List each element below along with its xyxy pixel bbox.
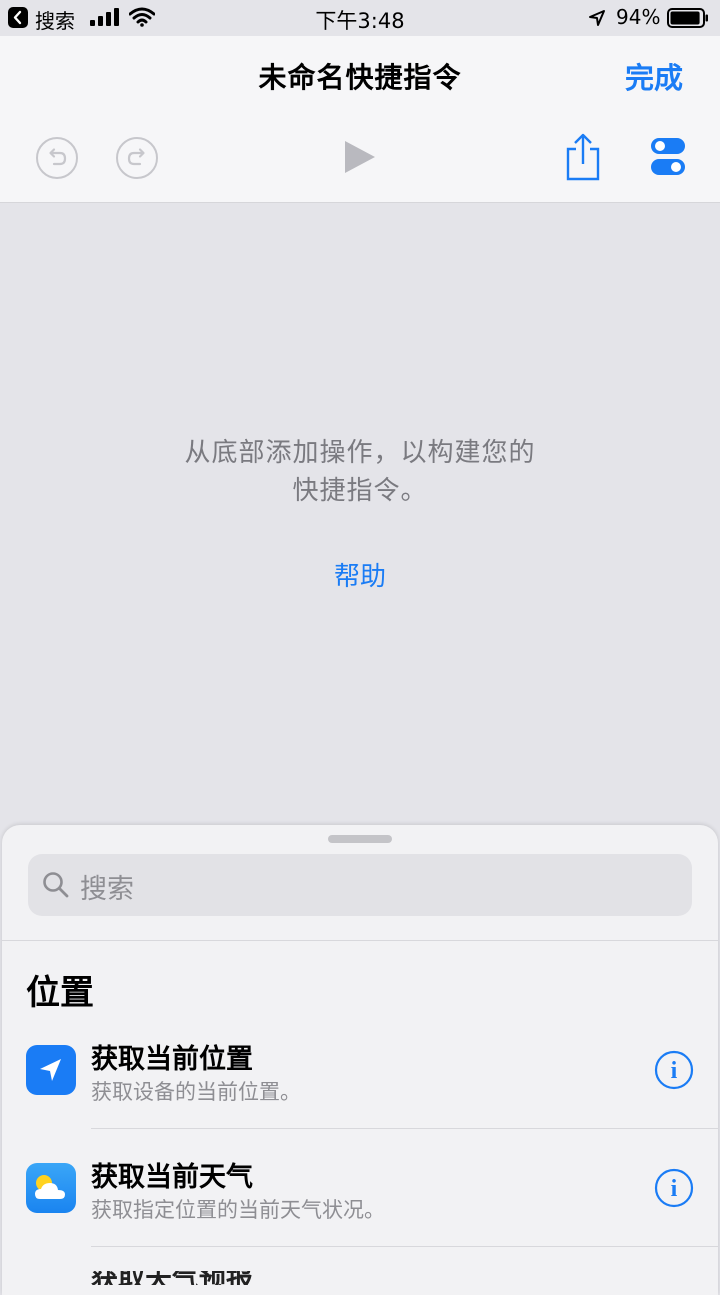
status-bar: 搜索 下午3:48 94% [0, 0, 720, 36]
actions-sheet: 搜索 位置 获取当前位置 获取设备的当前位置。 i 获取当前天气 获取指定位置的… [2, 825, 718, 1295]
shortcut-title[interactable]: 未命名快捷指令 [0, 56, 720, 96]
battery-percent: 94% [616, 5, 661, 29]
search-icon [43, 872, 69, 898]
clock: 下午3:48 [315, 9, 405, 33]
action-subtitle: 获取指定位置的当前天气状况。 [91, 1198, 385, 1222]
play-icon[interactable] [343, 139, 377, 175]
action-title: 获取当前位置 [91, 1044, 253, 1075]
location-arrow-icon [26, 1045, 76, 1095]
info-icon[interactable]: i [654, 1168, 694, 1208]
search-field[interactable]: 搜索 [28, 854, 692, 916]
empty-hint-line2: 快捷指令。 [292, 476, 428, 506]
help-link[interactable]: 帮助 [0, 556, 720, 593]
action-partial-item[interactable]: 获取天气预报 [91, 1271, 271, 1285]
search-placeholder: 搜索 [80, 874, 134, 905]
battery-icon [667, 8, 708, 28]
action-partial-title: 获取天气预报 [91, 1271, 271, 1285]
redo-icon[interactable] [115, 136, 159, 180]
divider [91, 1128, 718, 1129]
empty-hint-line1: 从底部添加操作，以构建您的 [184, 438, 536, 468]
action-get-current-weather[interactable]: 获取当前天气 获取指定位置的当前天气状况。 i [2, 1143, 718, 1261]
settings-toggle-icon[interactable] [650, 137, 686, 177]
divider [91, 1246, 718, 1247]
action-title: 获取当前天气 [91, 1162, 253, 1193]
share-icon[interactable] [564, 132, 602, 182]
divider [2, 940, 718, 941]
action-get-current-location[interactable]: 获取当前位置 获取设备的当前位置。 i [2, 1025, 718, 1143]
undo-icon[interactable] [35, 136, 79, 180]
sheet-grabber[interactable] [328, 835, 392, 843]
info-icon[interactable]: i [654, 1050, 694, 1090]
done-button[interactable]: 完成 [625, 55, 683, 97]
section-title: 位置 [26, 973, 94, 1013]
svg-text:i: i [671, 1176, 678, 1202]
weather-icon [26, 1163, 76, 1213]
empty-hint: 从底部添加操作，以构建您的 快捷指令。 [0, 434, 720, 510]
action-subtitle: 获取设备的当前位置。 [91, 1080, 301, 1104]
svg-text:i: i [671, 1058, 678, 1084]
navigation-bar: 未命名快捷指令 完成 [0, 36, 720, 203]
location-services-icon [589, 10, 605, 26]
